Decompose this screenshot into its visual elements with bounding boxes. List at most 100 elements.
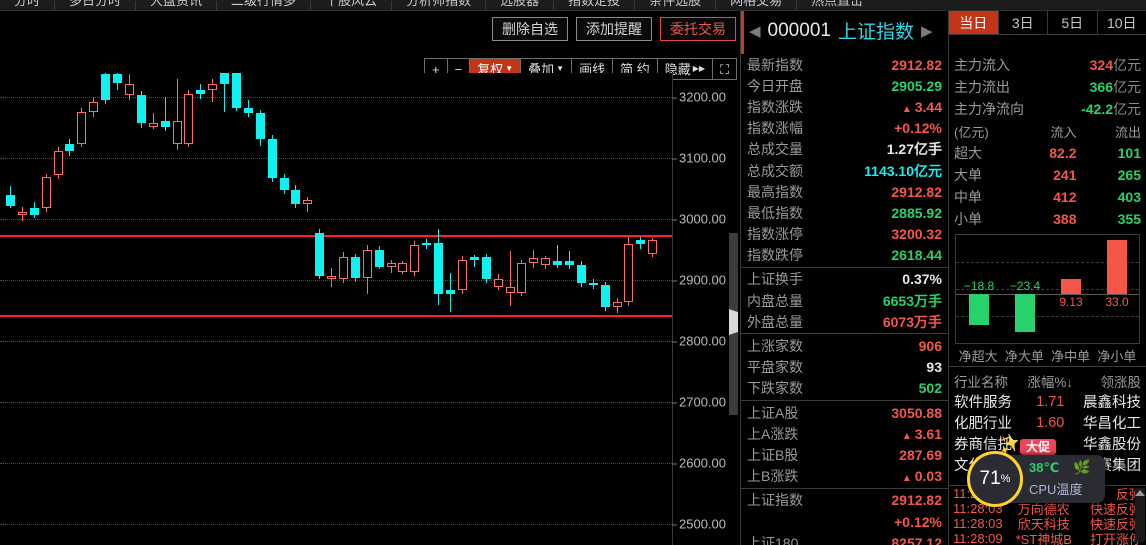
period-tab-当日[interactable]: 当日 bbox=[949, 11, 999, 34]
quote-label: 外盘总量 bbox=[747, 313, 803, 330]
quote-value: 502 bbox=[918, 380, 942, 397]
flow-bar-label: −18.8 bbox=[963, 278, 995, 293]
quote-row: 上证180 8257.12 bbox=[741, 532, 948, 545]
quote-label: 上B涨跌 bbox=[747, 468, 799, 485]
scroll-up-icon[interactable] bbox=[1135, 490, 1145, 496]
flow-row: 主力流入 324亿元 bbox=[949, 54, 1146, 76]
flow-value: 366亿元 bbox=[1089, 79, 1141, 95]
symbol-header: ◀ 000001 上证指数 ▶ bbox=[741, 11, 948, 54]
prev-symbol-icon[interactable]: ◀ bbox=[749, 22, 761, 40]
cpu-usage-gauge[interactable]: 71% bbox=[967, 451, 1023, 507]
industry-leader[interactable]: 晨鑫科技 bbox=[1081, 391, 1141, 412]
symbol-code: 000001 bbox=[767, 19, 831, 41]
flow-value: 324亿元 bbox=[1089, 57, 1141, 73]
vertical-scrollbar[interactable] bbox=[729, 233, 738, 415]
quote-label: 总成交量 bbox=[747, 141, 803, 158]
industry-row[interactable]: 软件服务 1.71 晨鑫科技 bbox=[949, 391, 1146, 412]
quote-row: 今日开盘 2905.29 bbox=[741, 75, 948, 96]
remove-favorite-button[interactable]: 删除自选 bbox=[492, 17, 568, 41]
industry-pct-header[interactable]: 涨幅%↓ bbox=[1020, 371, 1081, 391]
quote-label: 上证指数 bbox=[747, 492, 803, 509]
industry-leader[interactable]: 华昌化工 bbox=[1081, 412, 1141, 433]
promo-badge[interactable]: 大促 bbox=[1020, 439, 1057, 455]
quote-label: 今日开盘 bbox=[747, 77, 803, 94]
period-tab-3日[interactable]: 3日 bbox=[999, 11, 1048, 34]
period-tab-5日[interactable]: 5日 bbox=[1048, 11, 1098, 34]
industry-leader[interactable]: 华鑫股份 bbox=[1081, 433, 1141, 454]
quote-label: 平盘家数 bbox=[747, 359, 803, 376]
industry-pct: 1.71 bbox=[1036, 393, 1065, 410]
candle-body bbox=[362, 249, 372, 278]
y-axis-tick: 2800.00 bbox=[672, 333, 726, 349]
scrollbar-knob[interactable] bbox=[729, 309, 738, 335]
candle-body bbox=[434, 242, 444, 294]
menu-item-5[interactable]: 分析师指数 bbox=[392, 0, 485, 7]
quote-panel: ◀ 000001 上证指数 ▶ 最新指数 2912.82 今日开盘 2905.29 指数… bbox=[740, 11, 948, 545]
candle-body bbox=[89, 102, 99, 113]
candle-body bbox=[565, 260, 574, 265]
period-tabs[interactable]: 当日 3日 5日 10日 bbox=[949, 11, 1146, 35]
candle-body bbox=[255, 113, 265, 139]
promo-badge-group[interactable]: ✨ 大促 bbox=[995, 431, 1057, 457]
news-stock[interactable]: *ST神城B bbox=[1011, 529, 1077, 545]
next-symbol-icon[interactable]: ▶ bbox=[921, 22, 933, 40]
menu-item-8[interactable]: 条件选股 bbox=[635, 0, 715, 7]
menu-item-4[interactable]: 千股风云 bbox=[311, 0, 391, 7]
news-action: 打开涨停 bbox=[1089, 532, 1142, 545]
candle-body bbox=[422, 242, 432, 246]
quote-label: 总成交额 bbox=[747, 162, 803, 179]
candlestick-chart[interactable]: ↙3288.45 bbox=[0, 73, 672, 545]
chevron-down-icon: ▼ bbox=[505, 64, 514, 73]
news-time: 11:28:03 bbox=[953, 516, 1003, 531]
trade-button[interactable]: 委托交易 bbox=[660, 17, 736, 41]
quote-value: 287.69 bbox=[899, 446, 942, 463]
action-button-bar: 删除自选 添加提醒 委托交易 bbox=[492, 17, 736, 41]
candle-body bbox=[636, 240, 646, 244]
add-alert-button[interactable]: 添加提醒 bbox=[576, 17, 652, 41]
menu-item-7[interactable]: 指数定投 bbox=[554, 0, 634, 7]
industry-leader-header: 领涨股 bbox=[1100, 375, 1142, 390]
candle-body bbox=[172, 120, 182, 144]
candle-body bbox=[446, 290, 456, 294]
candle-body bbox=[493, 279, 503, 287]
flow-in-value: 412 bbox=[1053, 189, 1077, 205]
cpu-temp-label: CPU温度 bbox=[1029, 482, 1083, 497]
period-tab-10日[interactable]: 10日 bbox=[1098, 11, 1146, 34]
menu-item-3[interactable]: 二级行情多 bbox=[217, 0, 310, 7]
quote-label: 上证B股 bbox=[747, 446, 799, 463]
quote-row: 总成交量 1.27亿手 bbox=[741, 139, 948, 160]
news-row[interactable]: 11:28:09 *ST神城B 打开涨停 bbox=[949, 531, 1146, 545]
system-monitor-overlay[interactable]: 71% 38℃ 🌿 CPU温度 bbox=[967, 451, 1105, 507]
candle-body bbox=[29, 208, 39, 215]
quote-value: 3200.32 bbox=[891, 226, 942, 243]
quote-value: 2905.29 bbox=[891, 77, 942, 94]
quote-row: 外盘总量 6073万手 bbox=[741, 311, 948, 332]
quote-row: 指数涨停 3200.32 bbox=[741, 224, 948, 245]
quote-list-turnover: 上证换手 0.37% 内盘总量 6653万手 外盘总量 6073万手 bbox=[741, 269, 948, 333]
menu-item-1[interactable]: 多日分时 bbox=[55, 0, 135, 7]
quote-label: 上证换手 bbox=[747, 271, 803, 288]
menu-item-2[interactable]: 大盘资讯 bbox=[136, 0, 216, 7]
quote-list-breadth: 上涨家数 906 平盘家数 93 下跌家数 502 bbox=[741, 335, 948, 399]
flow-row: 主力流出 366亿元 bbox=[949, 76, 1146, 98]
industry-pct: 1.60 bbox=[1036, 414, 1065, 431]
quote-row: 上证A股 3050.88 bbox=[741, 402, 948, 423]
main-menubar[interactable]: 分时 多日分时 大盘资讯 二级行情多 千股风云 分析师指数 选股器 指数定投 条件选股 网格交易热… bbox=[0, 0, 1146, 11]
flow-type: 中单 bbox=[954, 189, 982, 205]
price-alert-line[interactable] bbox=[0, 315, 672, 318]
candle-body bbox=[124, 83, 134, 95]
menu-item-10[interactable]: 热点直击 bbox=[797, 0, 877, 7]
quote-label: 上证180 bbox=[747, 534, 799, 545]
menu-item-6[interactable]: 选股器 bbox=[486, 0, 553, 7]
quote-row: 内盘总量 6653万手 bbox=[741, 290, 948, 311]
quote-row: +0.12% bbox=[741, 511, 948, 532]
news-scrollbar[interactable] bbox=[1135, 488, 1145, 542]
menu-item-9[interactable]: 网格交易 bbox=[716, 0, 796, 7]
price-alert-line[interactable] bbox=[0, 234, 672, 237]
industry-row[interactable]: 化肥行业 1.60 华昌化工 bbox=[949, 412, 1146, 433]
candle-wick bbox=[557, 245, 559, 269]
chevron-down-icon: ▼ bbox=[556, 64, 565, 73]
candle-body bbox=[410, 245, 420, 272]
gridline bbox=[0, 463, 672, 465]
menu-item-0[interactable]: 分时 bbox=[0, 0, 54, 7]
